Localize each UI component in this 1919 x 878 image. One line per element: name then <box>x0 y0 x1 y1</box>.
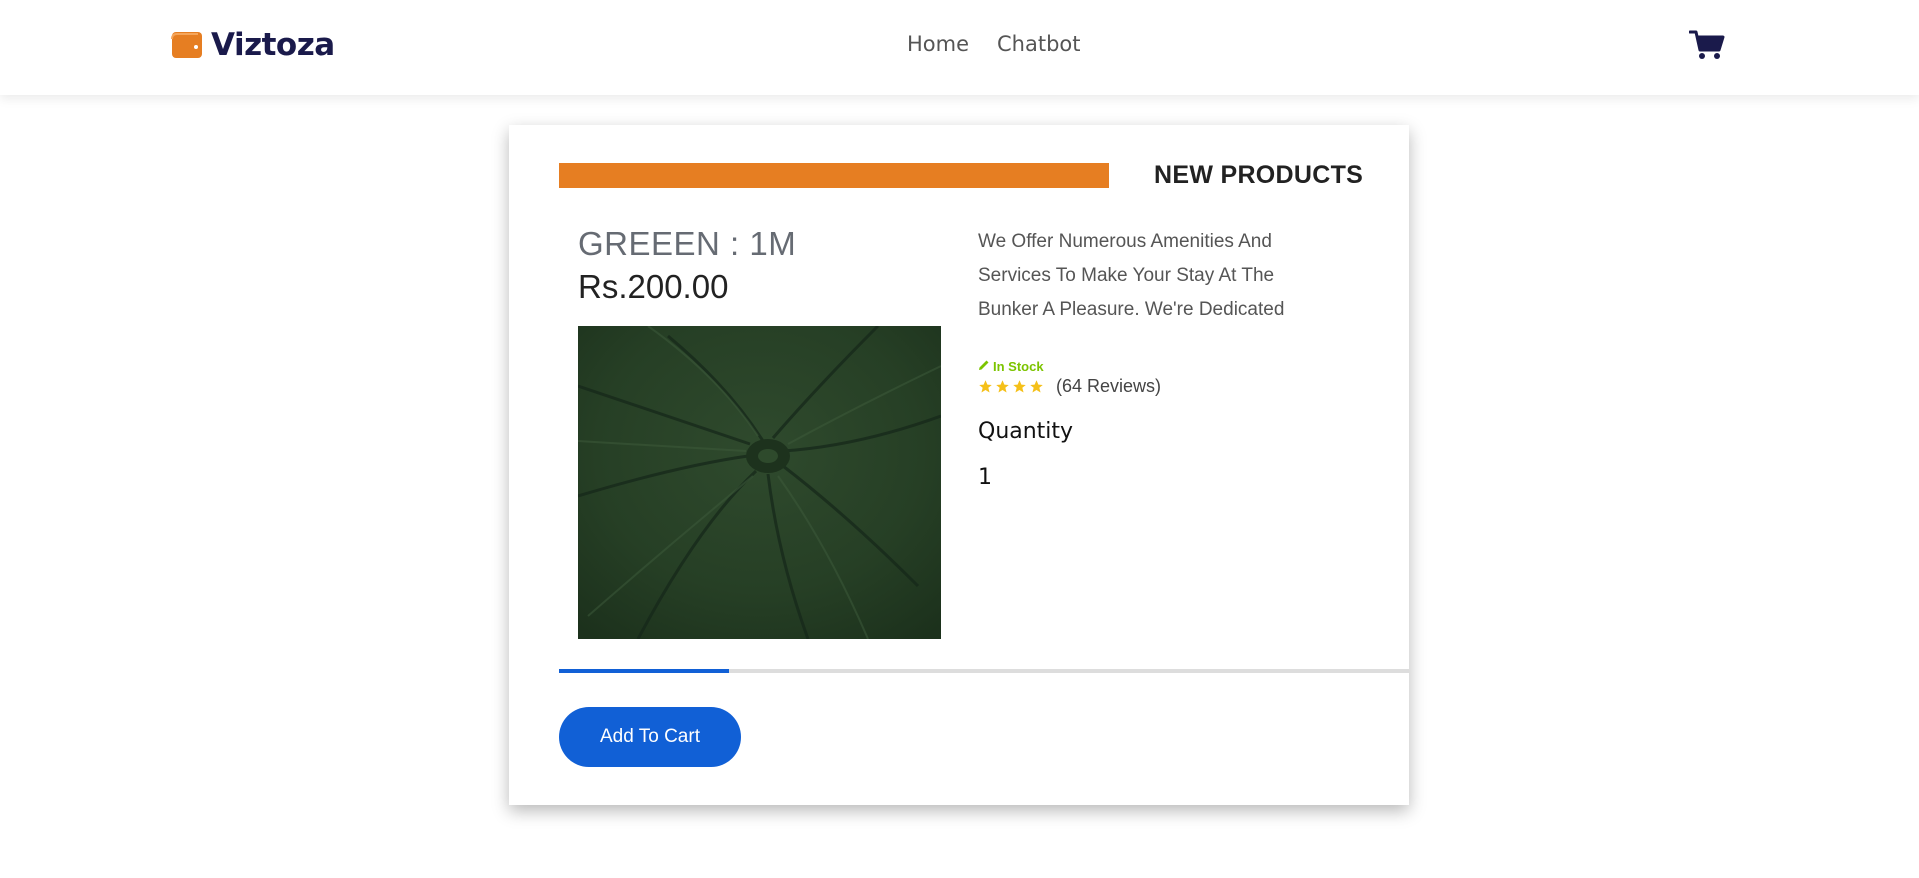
product-price: Rs.200.00 <box>578 268 729 305</box>
pencil-icon <box>978 359 990 374</box>
product-name: GREEEN : 1M <box>578 225 797 262</box>
quantity-label: Quantity <box>978 419 1074 444</box>
section-title: NEW PRODUCTS <box>1154 161 1364 189</box>
wallet-icon <box>171 31 203 59</box>
section-accent-bar <box>559 163 1109 188</box>
product-rating: (64 Reviews) <box>978 376 1161 397</box>
quantity-input[interactable] <box>978 465 1038 490</box>
progress-fill <box>559 669 729 673</box>
star-icon <box>996 380 1009 393</box>
star-icon <box>1030 380 1043 393</box>
progress-track <box>559 669 1409 673</box>
stock-status: In Stock <box>978 359 1044 374</box>
shopping-cart-icon[interactable] <box>1688 29 1725 61</box>
star-icon <box>1013 380 1026 393</box>
product-image <box>578 326 941 639</box>
nav-link-home[interactable]: Home <box>907 32 969 56</box>
stock-label: In Stock <box>993 359 1044 374</box>
add-to-cart-button[interactable]: Add To Cart <box>559 707 741 767</box>
star-icon <box>979 380 992 393</box>
product-description: We Offer Numerous Amenities And Services… <box>978 231 1285 320</box>
nav-link-chatbot[interactable]: Chatbot <box>997 32 1081 56</box>
brand-name: Viztoza <box>211 27 335 63</box>
navbar: Viztoza Home Chatbot <box>0 0 1919 95</box>
brand-logo[interactable]: Viztoza <box>171 27 335 63</box>
reviews-count[interactable]: (64 Reviews) <box>1056 376 1161 397</box>
product-card: NEW PRODUCTS GREEEN : 1M Rs.200.00 We Of… <box>509 125 1409 805</box>
rating-stars <box>978 379 1044 394</box>
main-nav: Home Chatbot <box>907 32 1081 56</box>
